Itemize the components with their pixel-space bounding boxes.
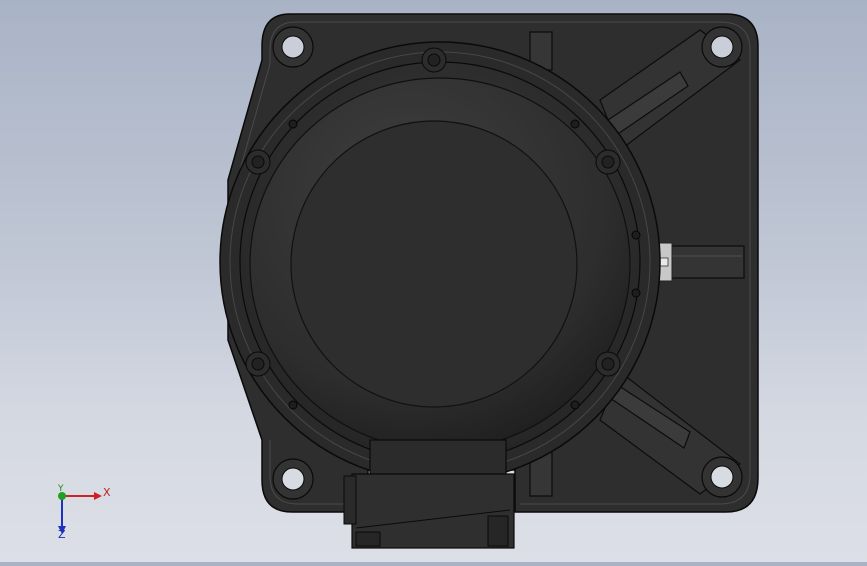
- motor-housing: [219, 41, 661, 483]
- reference-triad: [46, 478, 102, 534]
- connector-box: [343, 439, 515, 549]
- triad-x-arrow: [94, 492, 102, 500]
- mounting-hole-top-right: [701, 26, 743, 68]
- triad-x-label: X: [103, 486, 111, 499]
- triad-z-label: Z: [58, 528, 66, 541]
- graphics-viewport[interactable]: X Y Z: [0, 0, 867, 562]
- mounting-hole-bottom-left: [272, 458, 314, 500]
- mounting-hole-bottom-right: [701, 456, 743, 498]
- triad-y-label: Y: [58, 484, 64, 494]
- mounting-hole-top-left: [272, 26, 314, 68]
- model-render[interactable]: [0, 0, 867, 562]
